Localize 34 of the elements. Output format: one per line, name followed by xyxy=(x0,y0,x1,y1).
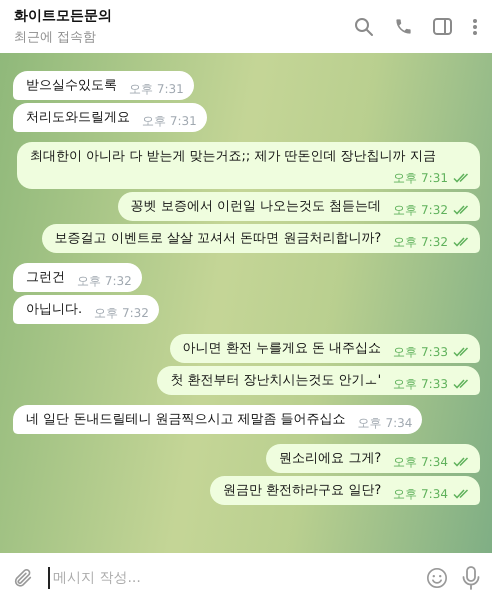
message-input[interactable]: 메시지 작성... xyxy=(48,567,412,589)
message-text: 받으실수있도록 xyxy=(26,77,117,95)
message-text: 아니면 환전 누를게요 돈 내주십쇼 xyxy=(182,340,382,358)
chat-title[interactable]: 화이트모든문의 xyxy=(14,7,112,25)
message-text: 보증걸고 이벤트로 살살 꼬셔서 돈따면 원금처리합니까? xyxy=(54,230,382,248)
message-time: 오후 7:34 xyxy=(393,486,448,503)
message-time: 오후 7:34 xyxy=(358,415,412,432)
message-text: 첫 환전부터 장난치시는것도 안기ㅗ' xyxy=(170,372,382,390)
paperclip-icon[interactable] xyxy=(12,567,34,589)
message-text: 최대한이 아니라 다 받는게 맞는거죠;; 제가 딴돈인데 장난칩니까 지금 xyxy=(30,148,436,166)
message-text: 뭔소리에요 그게? xyxy=(279,450,382,468)
message-time: 오후 7:31 xyxy=(393,170,448,187)
search-icon[interactable] xyxy=(354,16,374,36)
message-text: 처리도와드릴게요 xyxy=(26,109,130,127)
smiley-icon[interactable] xyxy=(426,567,448,589)
message-time: 오후 7:33 xyxy=(393,376,448,393)
message-text: 아닙니다. xyxy=(26,301,82,319)
phone-icon[interactable] xyxy=(394,17,413,36)
message-time: 오후 7:32 xyxy=(94,305,149,322)
last-seen-status: 최근에 접속함 xyxy=(14,29,98,46)
message-time: 오후 7:31 xyxy=(129,81,184,98)
microphone-icon[interactable] xyxy=(462,566,480,590)
message-time: 오후 7:34 xyxy=(393,454,448,471)
message-time: 오후 7:32 xyxy=(77,273,132,290)
sidebar-icon[interactable] xyxy=(433,18,452,35)
message-time: 오후 7:32 xyxy=(393,202,448,219)
message-text: 원금만 환전하라구요 일단? xyxy=(223,482,382,500)
message-text: 꽁벳 보증에서 이런일 나오는것도 첨듣는데 xyxy=(130,198,382,216)
message-time: 오후 7:32 xyxy=(393,234,448,251)
message-time: 오후 7:33 xyxy=(393,344,448,361)
message-text: 네 일단 돈내드릴테니 원금찍으시고 제말좀 들어쥬십쇼 xyxy=(26,411,346,429)
message-time: 오후 7:31 xyxy=(142,113,197,130)
message-text: 그런건 xyxy=(26,269,65,287)
more-icon[interactable] xyxy=(472,18,478,36)
